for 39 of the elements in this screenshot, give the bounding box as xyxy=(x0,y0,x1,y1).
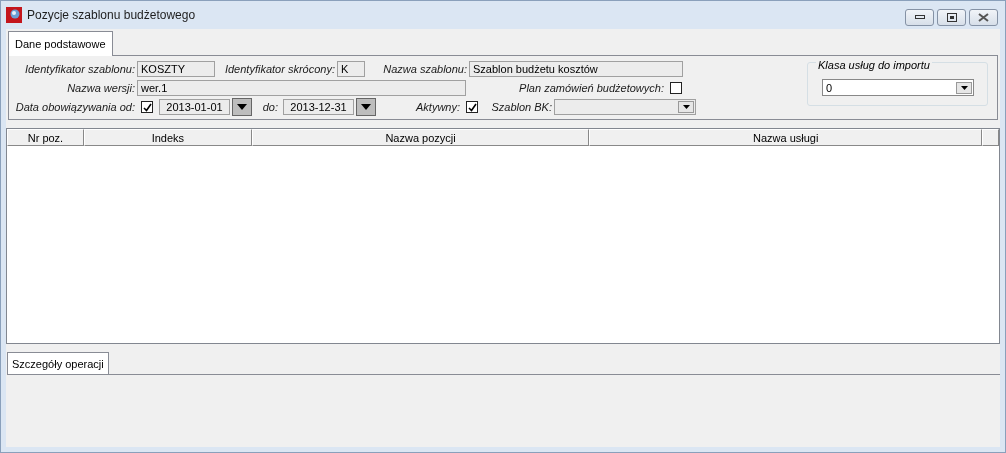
input-field[interactable]: wer.1 xyxy=(137,80,466,96)
checkbox[interactable] xyxy=(466,101,478,113)
app-icon xyxy=(6,7,22,23)
field-label: Identyfikator szablonu: xyxy=(23,63,135,75)
field-label: Plan zamówień budżetowych: xyxy=(518,82,664,94)
date-dropdown-button[interactable] xyxy=(356,98,376,116)
minimize-button[interactable] xyxy=(905,9,934,26)
field-label: Aktywny: xyxy=(414,101,460,113)
field-label: Identyfikator skrócony: xyxy=(223,63,335,75)
input-field[interactable]: K xyxy=(337,61,365,77)
field-label: Nazwa szablonu: xyxy=(382,63,467,75)
input-field[interactable]: KOSZTY xyxy=(137,61,215,77)
close-button[interactable] xyxy=(969,9,998,26)
minimize-icon xyxy=(914,15,925,20)
maximize-button[interactable] xyxy=(937,9,966,26)
input-field[interactable]: Szablon budżetu kosztów xyxy=(469,61,683,77)
column-header[interactable]: Nazwa pozycji xyxy=(251,129,590,146)
checkbox[interactable] xyxy=(670,82,682,94)
column-header[interactable]: Nr poz. xyxy=(7,129,84,146)
field-label: Data obowiązywania od: xyxy=(14,101,135,113)
date-field[interactable]: 2013-12-31 xyxy=(283,99,354,115)
caret-icon xyxy=(237,104,247,110)
caret-icon xyxy=(361,104,371,110)
field-label: Nazwa wersji: xyxy=(66,82,135,94)
column-header[interactable]: Nazwa usługi xyxy=(589,129,982,146)
column-header[interactable]: Indeks xyxy=(83,129,252,146)
field-label: do: xyxy=(261,101,278,113)
dropdown-field[interactable]: 0 xyxy=(822,79,974,96)
close-icon xyxy=(978,13,989,22)
window-title: Pozycje szablonu budżetowego xyxy=(27,8,197,22)
group-title: Klasa usług do importu xyxy=(816,59,932,71)
tab[interactable]: Dane podstawowe xyxy=(8,31,113,56)
maximize-icon xyxy=(946,13,957,22)
date-field[interactable]: 2013-01-01 xyxy=(159,99,230,115)
date-dropdown-button[interactable] xyxy=(232,98,252,116)
field-label: Szablon BK: xyxy=(490,101,552,113)
tab[interactable]: Szczegóły operacji xyxy=(7,352,109,375)
dropdown-field[interactable] xyxy=(554,99,696,115)
checkbox[interactable] xyxy=(141,101,153,113)
